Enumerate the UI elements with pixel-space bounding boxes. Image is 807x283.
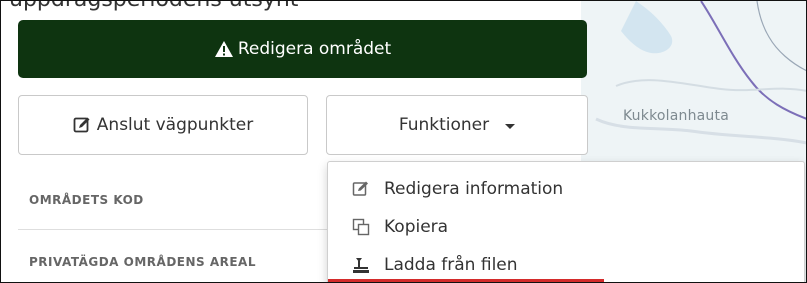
upload-icon [353,258,369,273]
connect-waypoints-button[interactable]: Anslut vägpunkter [18,95,308,155]
copy-icon [352,218,370,236]
field-divider [18,229,328,230]
map-place-label: Kukkolanhauta [623,108,729,124]
edit-area-label: Redigera området [237,39,392,59]
functions-label: Funktioner [398,115,490,135]
menu-item-edit-information[interactable]: Redigera information [352,176,563,202]
menu-item-label: Redigera information [384,179,564,199]
private-area-label: PRIVATÄGDA OMRÅDENS AREAL [29,255,256,269]
page-frame: uppdragsperiodens utsynt Kukkolanhauta R… [0,0,807,283]
cut-off-header-text: uppdragsperiodens utsynt [9,1,298,12]
functions-dropdown-button[interactable]: Funktioner [326,95,588,155]
area-code-label: OMRÅDETS KOD [29,193,144,207]
functions-menu: Redigera information Kopiera Ladda från … [327,161,805,282]
connect-waypoints-label: Anslut vägpunkter [96,115,254,135]
edit-square-icon [73,117,90,133]
edit-icon [352,181,368,196]
menu-item-label: Ladda från filen [384,255,518,275]
chevron-down-icon [505,123,516,129]
menu-item-load-from-file[interactable]: Ladda från filen [352,252,518,278]
edit-area-button[interactable]: Redigera området [18,20,587,78]
menu-item-copy[interactable]: Kopiera [352,214,448,240]
warning-icon [214,41,233,57]
menu-item-label: Kopiera [384,217,449,237]
highlight-marker [328,279,604,282]
